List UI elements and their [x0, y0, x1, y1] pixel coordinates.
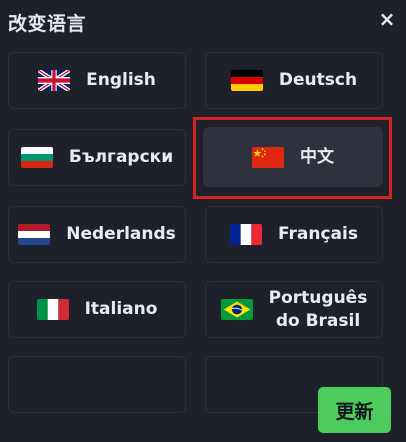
italy-flag-icon [36, 299, 69, 320]
uk-flag-icon [38, 70, 71, 91]
bulgaria-flag-icon [20, 147, 53, 168]
language-dialog: 改变语言 × English Deutsch Български 中文 Nede… [0, 0, 406, 442]
language-option-dutch[interactable]: Nederlands [8, 206, 186, 263]
language-label: Български [68, 147, 174, 167]
language-label-line-1: Português [268, 287, 368, 308]
language-label: Português do Brasil [269, 287, 368, 333]
language-label: Italiano [84, 299, 158, 319]
language-label-line-2: do Brasil [275, 310, 361, 331]
language-option-chinese[interactable]: 中文 [203, 127, 383, 187]
china-flag-icon [252, 146, 284, 168]
language-option-deutsch[interactable]: Deutsch [205, 52, 383, 109]
language-label: English [86, 70, 156, 90]
language-option-bulgarian[interactable]: Български [8, 129, 186, 186]
brazil-flag-icon [220, 299, 253, 320]
netherlands-flag-icon [18, 224, 51, 245]
language-option-portuguese-brazil[interactable]: Português do Brasil [205, 281, 383, 338]
language-option-english[interactable]: English [8, 52, 186, 109]
language-grid: English Deutsch Български 中文 Nederlands … [0, 0, 406, 442]
language-option-italian[interactable]: Italiano [8, 281, 186, 338]
language-label: 中文 [300, 146, 334, 167]
language-option-more-left[interactable] [8, 356, 186, 413]
germany-flag-icon [230, 70, 263, 91]
language-label: Français [278, 224, 358, 244]
language-label: Nederlands [66, 224, 176, 244]
language-option-french[interactable]: Français [205, 206, 383, 263]
france-flag-icon [230, 224, 262, 245]
language-label: Deutsch [278, 70, 358, 90]
update-button[interactable]: 更新 [318, 387, 391, 433]
